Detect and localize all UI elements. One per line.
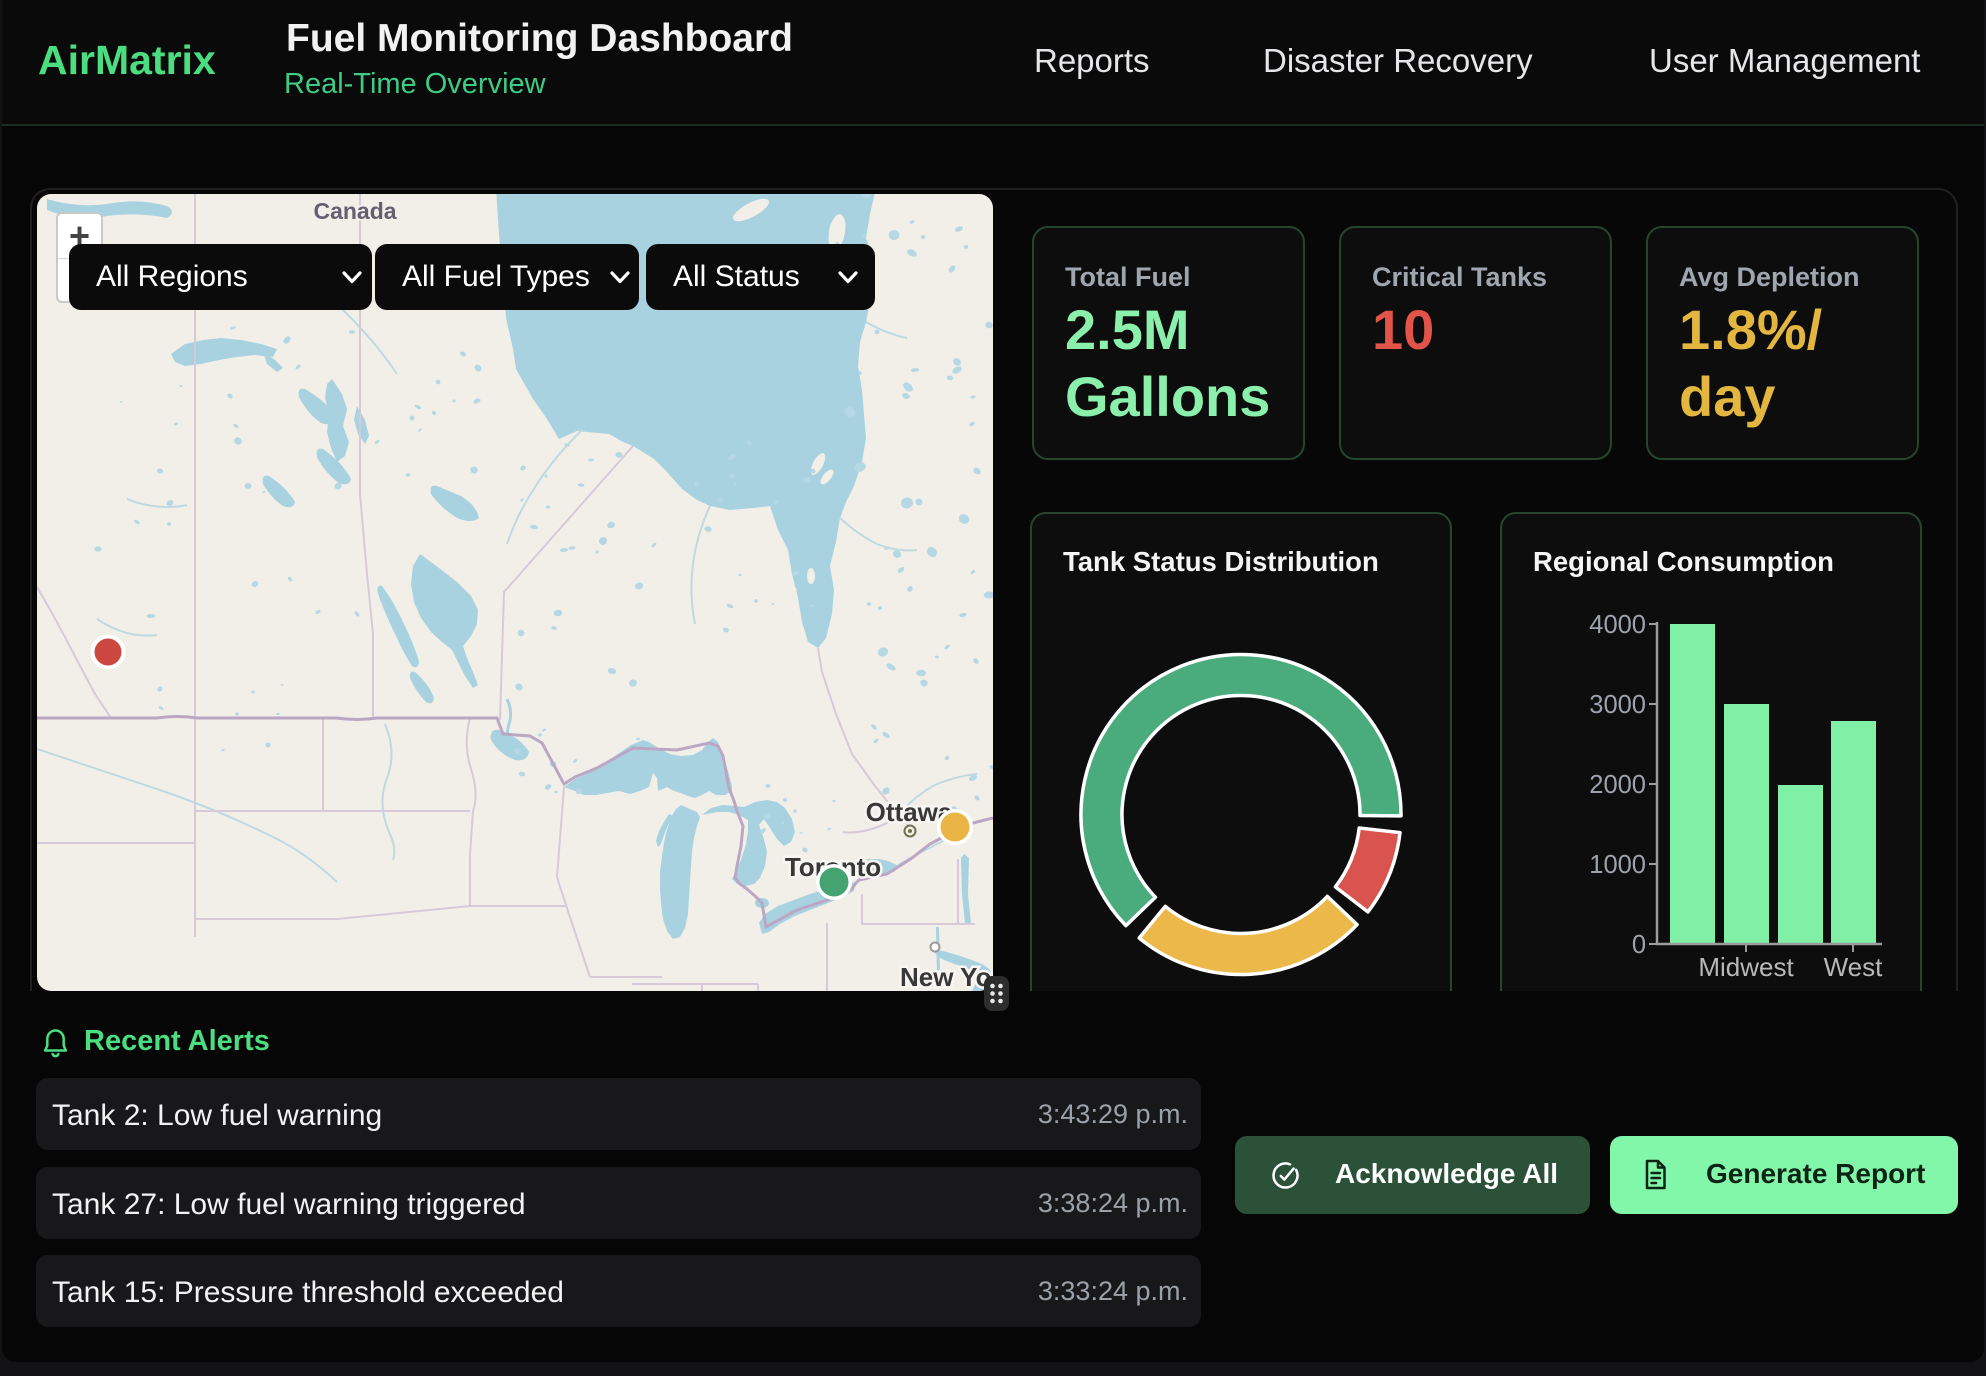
svg-text:New York: New York [900, 962, 993, 991]
svg-text:2000: 2000 [1589, 771, 1646, 799]
svg-text:1000: 1000 [1589, 851, 1646, 879]
svg-text:3000: 3000 [1589, 691, 1646, 719]
svg-text:Midwest: Midwest [1698, 952, 1794, 982]
svg-text:West: West [1824, 952, 1884, 982]
svg-text:4000: 4000 [1589, 611, 1646, 639]
svg-text:Canada: Canada [313, 198, 396, 224]
svg-text:0: 0 [1632, 931, 1646, 959]
